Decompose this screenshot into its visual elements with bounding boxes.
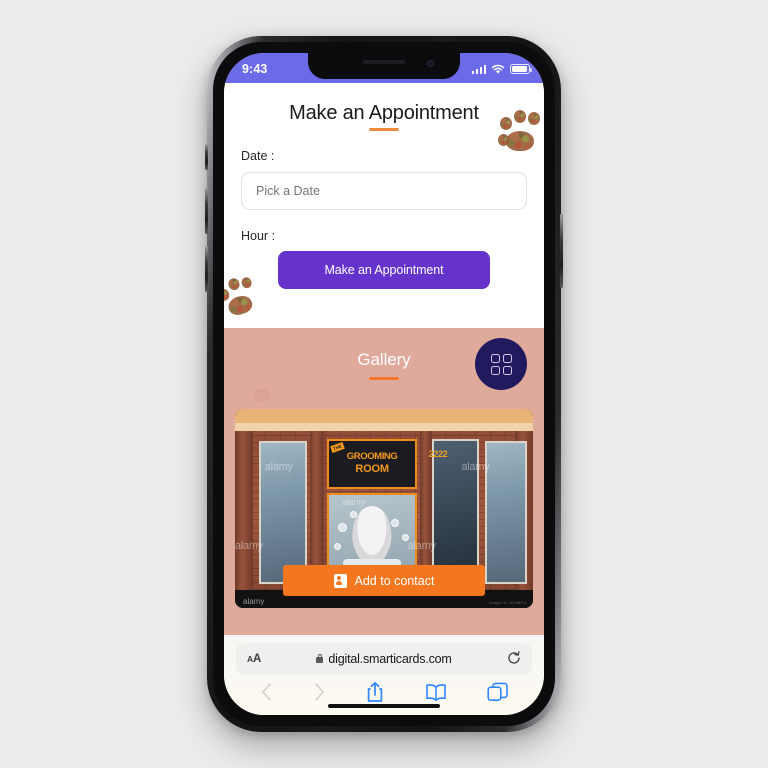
safari-bottom-bar: AA digital.smarticards.com [224,635,544,715]
page-title-underline [369,128,399,131]
front-camera [427,60,434,67]
cellular-signal-icon [471,64,486,74]
gallery-title-underline [369,377,399,380]
watermark-lower-center: alamy [407,540,436,553]
date-label: Date : [241,149,275,163]
page-title: Make an Appointment [289,102,479,124]
phone-screen: 9:43 Make an Appointment Date: Pick a D… [224,53,544,715]
earpiece-speaker [363,60,405,64]
gallery-section: Gallery THE GROOMING ROOM 2222 alamy ala… [224,328,544,635]
battery-icon [510,64,532,74]
wifi-icon [491,64,505,74]
grid-2x2-icon [490,353,512,375]
watermark-footer: alamy [243,597,265,606]
phone-device-frame: 9:43 Make an Appointment Date: Pick a D… [205,36,563,732]
appointment-form: Date : Hour : Make an Appointment [224,149,544,289]
tabs-button[interactable] [487,682,508,702]
volume-down-button[interactable] [205,246,208,292]
make-appointment-button[interactable]: Make an Appointment [278,251,490,289]
url-text: digital.smarticards.com [328,652,452,666]
gallery-grid-button[interactable] [475,338,527,390]
watermark-right: alamy [461,460,490,473]
text-size-button[interactable]: AA [247,653,261,665]
url-display: digital.smarticards.com [261,652,507,666]
grooming-room-sign: THE GROOMING ROOM [327,438,417,489]
storefront-column-left [235,430,253,591]
date-input[interactable] [241,172,527,210]
screenshot-canvas: 9:43 Make an Appointment Date: Pick a D… [0,0,768,768]
power-button[interactable] [560,214,563,288]
home-indicator [328,704,440,708]
url-bar[interactable]: AA digital.smarticards.com [236,643,532,675]
storefront-window-right [485,440,528,585]
notch [308,53,460,79]
image-id-label: Image ID: H2H8R4 [489,600,526,605]
dog-illustration [352,505,392,564]
reload-icon[interactable] [507,650,521,667]
sign-line-1: GROOMING [346,451,398,463]
watermark-lower-left: alamy [235,540,263,553]
watermark-left: alamy [264,460,293,473]
hour-label: Hour : [241,229,276,243]
safari-toolbar [224,681,544,703]
forward-button[interactable] [313,682,326,702]
volume-up-button[interactable] [205,188,208,234]
status-icons [471,64,532,75]
contact-card-icon [333,573,347,588]
lock-icon [316,653,324,663]
add-to-contact-button[interactable]: Add to contact [282,565,486,596]
mute-switch[interactable] [205,144,208,170]
back-button[interactable] [260,682,273,702]
gallery-photo-card[interactable]: THE GROOMING ROOM 2222 alamy alamy alamy… [235,409,533,608]
web-page-content: Make an Appointment Date : Pick a Date H… [224,83,544,635]
bookmarks-button[interactable] [425,683,447,701]
watermark-center: alamy [342,496,365,507]
status-time: 9:43 [242,62,268,76]
share-button[interactable] [366,681,384,703]
add-to-contact-label: Add to contact [354,573,435,588]
house-number: 2222 [428,448,448,459]
sign-line-2: ROOM [355,462,389,475]
sign-tag-text: THE [330,441,346,453]
